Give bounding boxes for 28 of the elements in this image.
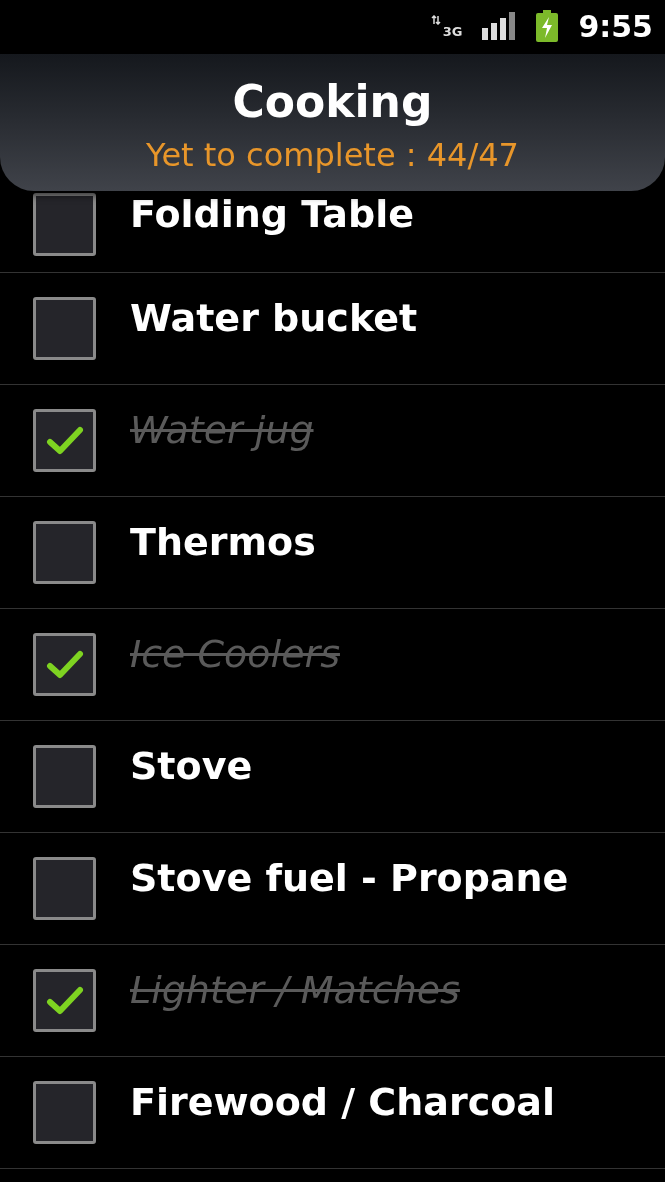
item-label: Firewood / Charcoal bbox=[130, 1079, 555, 1126]
clock-time: 9:55 bbox=[578, 7, 653, 46]
item-label: Water bucket bbox=[130, 295, 418, 342]
network-type: 3G bbox=[442, 23, 463, 42]
checkbox[interactable] bbox=[33, 297, 96, 360]
data-arrows-icon bbox=[430, 15, 441, 25]
checkbox[interactable] bbox=[33, 857, 96, 920]
signal-icon bbox=[482, 12, 517, 40]
checkbox[interactable] bbox=[33, 409, 96, 472]
item-label: Folding Table bbox=[130, 191, 414, 238]
checkbox[interactable] bbox=[33, 521, 96, 584]
item-label: Lighter / Matches bbox=[130, 967, 460, 1014]
item-label: Stove bbox=[130, 743, 253, 790]
list-title: Cooking bbox=[232, 75, 433, 129]
checkbox[interactable] bbox=[33, 1081, 96, 1144]
item-label: Stove fuel - Propane bbox=[130, 855, 569, 902]
checkbox[interactable] bbox=[33, 633, 96, 696]
battery-charging-icon bbox=[536, 10, 559, 42]
checkbox[interactable] bbox=[33, 969, 96, 1032]
checkbox[interactable] bbox=[33, 193, 96, 256]
checkbox[interactable] bbox=[33, 745, 96, 808]
checkmark-icon bbox=[45, 425, 84, 456]
progress-count: Yet to complete : 44/47 bbox=[146, 135, 519, 175]
checkmark-icon bbox=[45, 985, 84, 1016]
item-label: Ice Coolers bbox=[130, 631, 340, 678]
item-label: Thermos bbox=[130, 519, 316, 566]
item-label: Water jug bbox=[130, 407, 314, 454]
checkmark-icon bbox=[45, 649, 84, 680]
